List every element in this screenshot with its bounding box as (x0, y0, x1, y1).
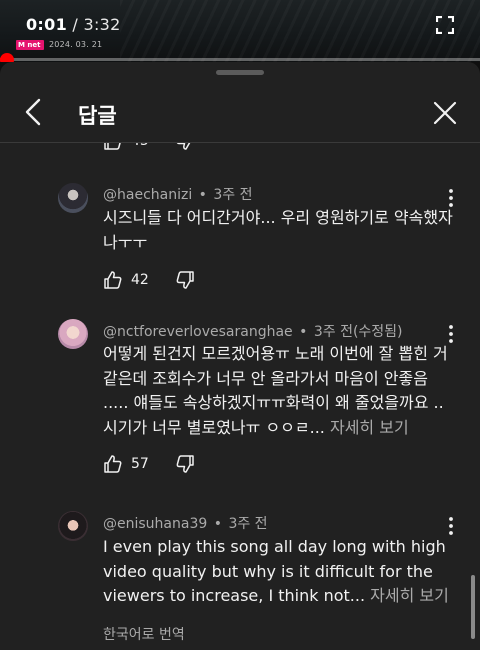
comment-text-block: I even play this song all day long with … (103, 535, 455, 609)
comment-actions: 57 (103, 453, 195, 475)
avatar[interactable] (58, 319, 88, 349)
edited-label: (수정됨) (352, 324, 403, 340)
drag-handle[interactable] (216, 70, 264, 75)
close-icon[interactable] (432, 100, 458, 126)
comment-username[interactable]: @haechanizi (103, 187, 192, 203)
comment-time: 3주 전 (313, 324, 353, 340)
comment-time: 3주 전 (228, 516, 268, 532)
mnet-logo: M net (16, 39, 44, 50)
comment-username[interactable]: @nctforeverlovesaranghae (103, 324, 293, 340)
like-icon[interactable] (103, 270, 123, 290)
back-arrow-icon[interactable] (20, 98, 46, 126)
partial-comment-actions: 45 (103, 143, 195, 152)
comment-actions: 42 (103, 269, 195, 291)
avatar[interactable] (58, 183, 88, 213)
avatar[interactable] (58, 511, 88, 541)
current-time: 0:01 (26, 15, 67, 34)
comment-text: 시즈니들 다 어디간거야... 우리 영원하기로 약속했자나ㅜㅜ (103, 208, 453, 252)
broadcast-watermark: M net 2024. 03. 21 (16, 39, 102, 50)
comment-username[interactable]: @enisuhana39 (103, 516, 207, 532)
replies-sheet: 답글 45 @haechanizi • 3주 전 시즈니들 다 어디간거 (0, 62, 480, 650)
fullscreen-icon[interactable] (436, 16, 454, 34)
broadcast-date: 2024. 03. 21 (49, 40, 103, 49)
read-more-link[interactable]: 자세히 보기 (370, 586, 449, 605)
video-player[interactable]: 0:01 / 3:32 M net 2024. 03. 21 (0, 0, 480, 62)
scrubber-handle[interactable] (0, 53, 14, 62)
progress-bar[interactable] (0, 58, 480, 61)
more-options-icon[interactable] (442, 515, 460, 537)
comment-text-block: 어떻게 된건지 모르겠어용ㅠ 노래 이번에 잘 뽑힌 거 같은데 조회수가 너무… (103, 342, 455, 440)
like-count: 42 (131, 272, 149, 288)
scrollbar[interactable] (471, 575, 475, 639)
comment-meta: @haechanizi • 3주 전 (103, 187, 253, 203)
video-frame (120, 0, 480, 62)
dislike-icon[interactable] (175, 143, 195, 151)
sheet-title: 답글 (78, 104, 117, 128)
read-more-link[interactable]: 자세히 보기 (330, 418, 409, 437)
replies-list[interactable]: 45 @haechanizi • 3주 전 시즈니들 다 어디간거야... 우리… (0, 143, 480, 650)
translate-link[interactable]: 한국어로 번역 (103, 624, 185, 644)
comment-meta: @nctforeverlovesaranghae • 3주 전(수정됨) (103, 324, 403, 340)
comment-time: 3주 전 (213, 187, 253, 203)
time-separator: / (67, 15, 84, 34)
dislike-icon[interactable] (175, 454, 195, 474)
comment-meta: @enisuhana39 • 3주 전 (103, 516, 268, 532)
time-display: 0:01 / 3:32 (26, 15, 121, 34)
dislike-icon[interactable] (175, 270, 195, 290)
like-icon[interactable] (103, 454, 123, 474)
partial-like-count: 45 (131, 143, 149, 149)
sheet-header: 답글 (0, 80, 480, 142)
like-icon[interactable] (103, 143, 123, 151)
like-count: 57 (131, 456, 149, 472)
duration: 3:32 (83, 15, 121, 34)
